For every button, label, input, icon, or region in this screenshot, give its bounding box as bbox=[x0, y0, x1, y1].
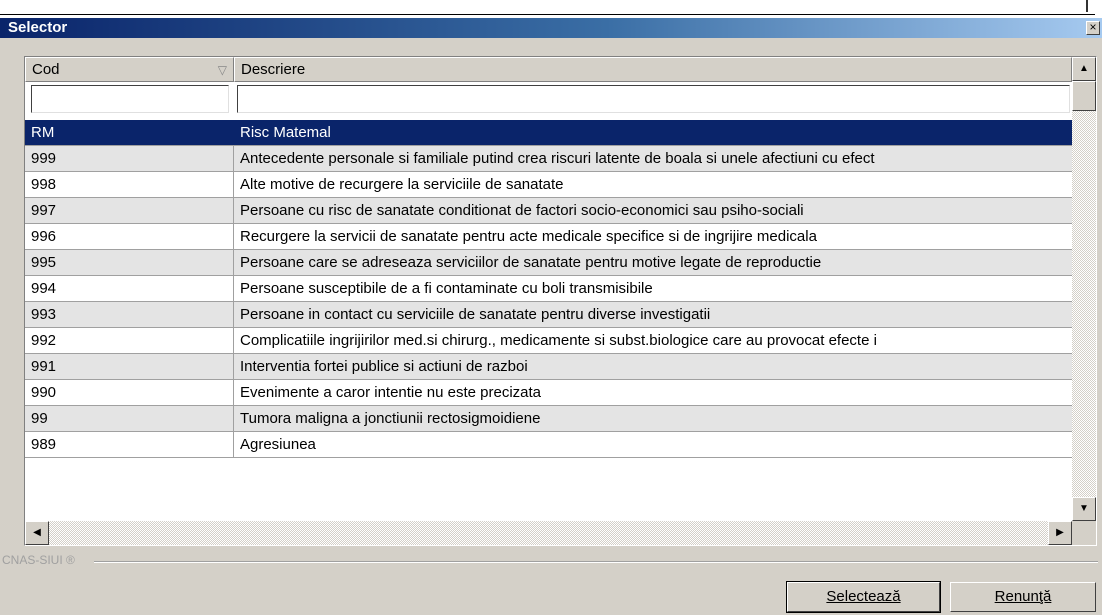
vertical-scrollbar[interactable]: ▲ ▼ bbox=[1072, 57, 1096, 521]
cell-descriere: Risc Matemal bbox=[240, 124, 331, 141]
cell-cod: 993 bbox=[25, 302, 234, 327]
cell-descriere: Evenimente a caror intentie nu este prec… bbox=[240, 384, 542, 401]
background-divider bbox=[0, 14, 1095, 15]
filter-input-cod[interactable] bbox=[31, 85, 229, 113]
dialog-title: Selector bbox=[8, 19, 68, 36]
horizontal-scrollbar[interactable]: ◀ ▶ bbox=[25, 521, 1072, 545]
table-row[interactable]: 999 Antecedente personale si familiale pu… bbox=[25, 146, 1072, 172]
cell-cod: 996 bbox=[25, 224, 234, 249]
cell-cod: 999 bbox=[25, 146, 234, 171]
scroll-right-button[interactable]: ▶ bbox=[1048, 521, 1072, 545]
table-row[interactable]: RM Risc Matemal bbox=[25, 120, 1072, 146]
scroll-up-icon: ▲ bbox=[1079, 63, 1089, 74]
select-button[interactable]: Selectează bbox=[787, 582, 940, 612]
table-row[interactable]: 989 Agresiunea bbox=[25, 432, 1072, 458]
table-row[interactable]: 994 Persoane susceptibile de a fi contami… bbox=[25, 276, 1072, 302]
column-header-cod[interactable]: Cod ▽ bbox=[25, 57, 234, 82]
cell-cod: 991 bbox=[25, 354, 234, 379]
scrollbar-corner bbox=[1072, 521, 1096, 545]
background-top-strip bbox=[0, 0, 1102, 18]
cell-descriere: Antecedente personale si familiale putin… bbox=[240, 150, 875, 167]
cell-descriere: Persoane susceptibile de a fi contaminat… bbox=[240, 280, 653, 297]
title-bar: Selector × bbox=[0, 18, 1102, 38]
grid-rows: RM Risc Matemal 999 Antecedente personale s… bbox=[25, 120, 1072, 458]
cell-descriere: Complicatiile ingrijirilor med.si chirur… bbox=[240, 332, 877, 349]
scroll-left-icon: ◀ bbox=[33, 527, 41, 538]
cell-descriere: Interventia fortei publice si actiuni de… bbox=[240, 358, 528, 375]
cell-descriere: Persoane in contact cu serviciile de san… bbox=[240, 306, 711, 323]
close-button[interactable]: × bbox=[1086, 21, 1100, 35]
cell-descriere: Tumora maligna a jonctiunii rectosigmoid… bbox=[240, 410, 541, 427]
cell-descriere: Alte motive de recurgere la serviciile d… bbox=[240, 176, 564, 193]
column-header-cod-label: Cod bbox=[32, 61, 60, 78]
sort-down-icon[interactable]: ▽ bbox=[218, 59, 227, 82]
table-row[interactable]: 998 Alte motive de recurgere la serviciil… bbox=[25, 172, 1072, 198]
close-icon: × bbox=[1089, 20, 1097, 34]
cell-descriere: Persoane care se adreseaza serviciilor d… bbox=[240, 254, 822, 271]
cancel-button[interactable]: Renunţă bbox=[950, 582, 1096, 612]
table-row[interactable]: 995 Persoane care se adreseaza serviciilo… bbox=[25, 250, 1072, 276]
cell-descriere: Persoane cu risc de sanatate conditionat… bbox=[240, 202, 804, 219]
vertical-scroll-thumb[interactable] bbox=[1072, 81, 1096, 111]
table-row[interactable]: 997 Persoane cu risc de sanatate conditio… bbox=[25, 198, 1072, 224]
scroll-up-button[interactable]: ▲ bbox=[1072, 57, 1096, 81]
scroll-right-icon: ▶ bbox=[1056, 527, 1064, 538]
cell-cod: 994 bbox=[25, 276, 234, 301]
background-cursor-mark bbox=[1086, 0, 1088, 12]
selector-grid[interactable]: Cod ▽ Descriere RM Risc Matemal 999 Anteced… bbox=[24, 56, 1097, 546]
group-label: CNAS-SIUI ® bbox=[2, 553, 79, 567]
scroll-down-icon: ▼ bbox=[1079, 503, 1089, 514]
cell-descriere: Agresiunea bbox=[240, 436, 316, 453]
table-row[interactable]: 990 Evenimente a caror intentie nu este p… bbox=[25, 380, 1072, 406]
scroll-left-button[interactable]: ◀ bbox=[25, 521, 49, 545]
cell-descriere: Recurgere la servicii de sanatate pentru… bbox=[240, 228, 817, 245]
group-divider bbox=[94, 561, 1098, 563]
selector-dialog: Selector × Cod ▽ Descriere RM Risc Matema… bbox=[0, 18, 1102, 615]
cell-cod: RM bbox=[25, 120, 234, 145]
cell-cod: 989 bbox=[25, 432, 234, 457]
cell-cod: 990 bbox=[25, 380, 234, 405]
table-row[interactable]: 993 Persoane in contact cu serviciile de … bbox=[25, 302, 1072, 328]
table-row[interactable]: 99 Tumora maligna a jonctiunii rectosigmo… bbox=[25, 406, 1072, 432]
table-row[interactable]: 991 Interventia fortei publice si actiuni… bbox=[25, 354, 1072, 380]
column-header-descriere-label: Descriere bbox=[241, 61, 306, 78]
table-row[interactable]: 992 Complicatiile ingrijirilor med.si chi… bbox=[25, 328, 1072, 354]
scroll-down-button[interactable]: ▼ bbox=[1072, 497, 1096, 521]
footer-group: CNAS-SIUI ® Selectează Renunţă bbox=[0, 553, 1102, 615]
cell-cod: 99 bbox=[25, 406, 234, 431]
cell-cod: 997 bbox=[25, 198, 234, 223]
column-header-descriere[interactable]: Descriere bbox=[234, 57, 1072, 82]
table-row[interactable]: 996 Recurgere la servicii de sanatate pen… bbox=[25, 224, 1072, 250]
cell-cod: 998 bbox=[25, 172, 234, 197]
cell-cod: 995 bbox=[25, 250, 234, 275]
cell-cod: 992 bbox=[25, 328, 234, 353]
filter-input-descriere[interactable] bbox=[237, 85, 1070, 113]
